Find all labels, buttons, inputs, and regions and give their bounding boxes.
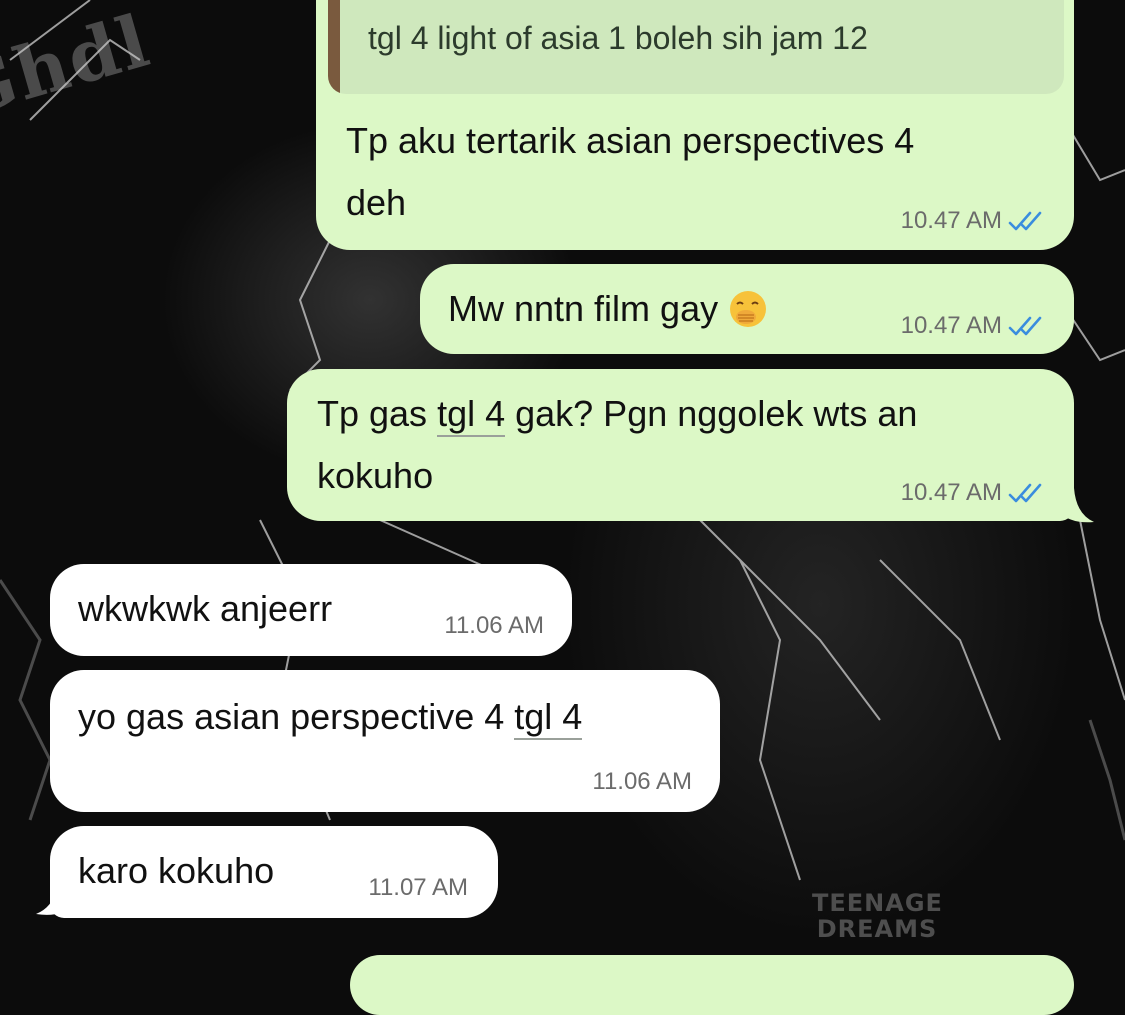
message-text-line-2: kokuho — [317, 455, 434, 496]
message-time: 10.47 AM — [900, 207, 1002, 234]
outgoing-message-3[interactable]: Tp gas tgl 4 gak? Pgn nggolek wts an kok… — [287, 369, 1074, 521]
bubble-tail — [36, 880, 72, 915]
hand-over-mouth-emoji-icon — [730, 291, 767, 327]
message-text-part: yo gas asian perspective 4 — [78, 696, 515, 737]
quoted-reply-text: tgl 4 light of asia 1 boleh sih jam 12 — [368, 20, 868, 56]
message-time: 10.47 AM — [900, 479, 1002, 506]
read-receipt-icon — [1008, 483, 1042, 503]
message-time: 11.07 AM — [368, 874, 468, 901]
message-text: Mw nntn film gay — [448, 278, 768, 340]
message-time: 10.47 AM — [900, 312, 1002, 339]
message-meta: 10.47 AM — [901, 479, 1044, 507]
message-meta: 10.47 AM — [901, 312, 1044, 340]
outgoing-message-next-partial[interactable] — [350, 955, 1074, 1015]
date-link[interactable]: tgl 4 — [437, 393, 506, 437]
date-link[interactable]: tgl 4 — [514, 696, 583, 740]
read-receipt-icon — [1008, 211, 1042, 231]
message-text-line-1: Tp gas tgl 4 gak? Pgn nggolek wts an — [317, 383, 917, 445]
message-meta: 11.06 AM — [444, 612, 544, 640]
message-time: 11.06 AM — [592, 768, 692, 795]
message-text-line-1: Tp aku tertarik asian perspectives 4 — [346, 120, 915, 161]
incoming-message-2[interactable]: yo gas asian perspective 4 tgl 4 11.06 A… — [50, 670, 720, 812]
message-text: yo gas asian perspective 4 tgl 4 — [78, 686, 583, 748]
read-receipt-icon — [1008, 316, 1042, 336]
message-meta: 11.07 AM — [368, 874, 468, 902]
bubble-tail — [1060, 488, 1094, 523]
message-time: 11.06 AM — [444, 612, 544, 639]
message-text-part: Tp gas — [317, 393, 438, 434]
quoted-reply[interactable]: tgl 4 light of asia 1 boleh sih jam 12 — [328, 0, 1064, 94]
outgoing-message-2[interactable]: Mw nntn film gay 10.47 AM — [420, 264, 1074, 354]
quote-accent-bar — [328, 0, 340, 94]
outgoing-message-1[interactable]: tgl 4 light of asia 1 boleh sih jam 12 T… — [316, 0, 1074, 250]
message-text-part: gak? Pgn nggolek wts an — [505, 393, 918, 434]
incoming-message-1[interactable]: wkwkwk anjeerr 11.06 AM — [50, 564, 572, 656]
message-text-line-2: deh — [346, 182, 407, 223]
message-meta: 11.06 AM — [592, 768, 692, 796]
message-meta: 10.47 AM — [901, 207, 1044, 235]
message-text-content: Mw nntn film gay — [448, 288, 719, 329]
incoming-message-3[interactable]: karo kokuho 11.07 AM — [50, 826, 498, 918]
message-text: karo kokuho — [78, 850, 275, 891]
message-text: wkwkwk anjeerr — [78, 588, 333, 629]
